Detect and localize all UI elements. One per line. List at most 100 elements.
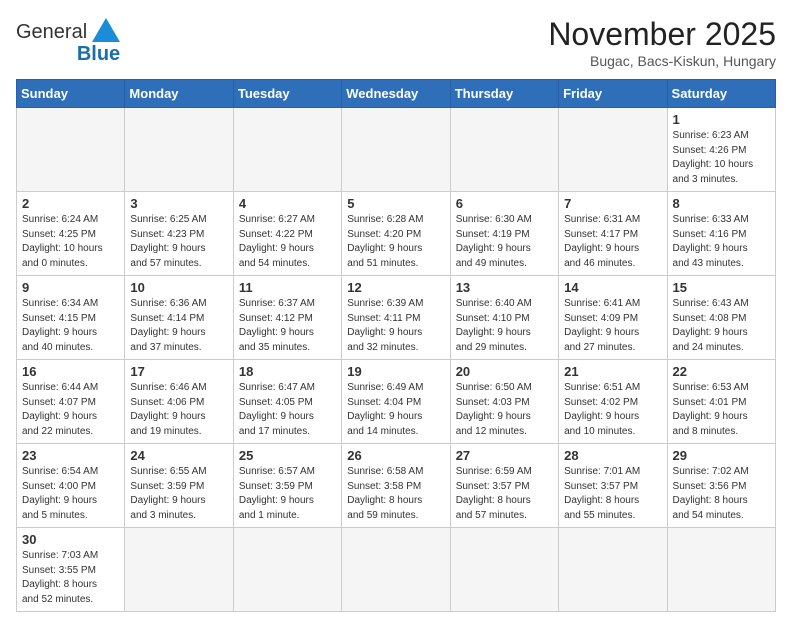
calendar-cell: 14 Sunrise: 6:41 AM Sunset: 4:09 PM Dayli… (559, 276, 667, 360)
weekday-header-thursday: Thursday (450, 80, 558, 108)
calendar-cell (559, 528, 667, 612)
day-number: 11 (239, 280, 336, 295)
day-number: 23 (22, 448, 119, 463)
calendar-cell (17, 108, 125, 192)
day-number: 28 (564, 448, 661, 463)
weekday-header-wednesday: Wednesday (342, 80, 450, 108)
calendar-row-4: 23 Sunrise: 6:54 AM Sunset: 4:00 PM Dayli… (17, 444, 776, 528)
location: Bugac, Bacs-Kiskun, Hungary (548, 53, 776, 69)
calendar-cell (342, 108, 450, 192)
day-info: Sunrise: 6:49 AM Sunset: 4:04 PM Dayligh… (347, 381, 444, 439)
weekday-header-row: SundayMondayTuesdayWednesdayThursdayFrid… (17, 80, 776, 108)
day-info: Sunrise: 6:43 AM Sunset: 4:08 PM Dayligh… (673, 297, 770, 355)
day-number: 16 (22, 364, 119, 379)
day-info: Sunrise: 6:31 AM Sunset: 4:17 PM Dayligh… (564, 213, 661, 271)
calendar-cell: 15 Sunrise: 6:43 AM Sunset: 4:08 PM Dayli… (667, 276, 775, 360)
weekday-header-monday: Monday (125, 80, 233, 108)
calendar: SundayMondayTuesdayWednesdayThursdayFrid… (16, 79, 776, 612)
day-number: 22 (673, 364, 770, 379)
day-info: Sunrise: 6:41 AM Sunset: 4:09 PM Dayligh… (564, 297, 661, 355)
day-number: 20 (456, 364, 553, 379)
calendar-cell: 11 Sunrise: 6:37 AM Sunset: 4:12 PM Dayli… (233, 276, 341, 360)
calendar-cell: 9 Sunrise: 6:34 AM Sunset: 4:15 PM Daylig… (17, 276, 125, 360)
calendar-cell: 12 Sunrise: 6:39 AM Sunset: 4:11 PM Dayli… (342, 276, 450, 360)
day-info: Sunrise: 6:33 AM Sunset: 4:16 PM Dayligh… (673, 213, 770, 271)
day-info: Sunrise: 6:28 AM Sunset: 4:20 PM Dayligh… (347, 213, 444, 271)
calendar-cell: 8 Sunrise: 6:33 AM Sunset: 4:16 PM Daylig… (667, 192, 775, 276)
day-info: Sunrise: 6:46 AM Sunset: 4:06 PM Dayligh… (130, 381, 227, 439)
day-number: 2 (22, 196, 119, 211)
day-info: Sunrise: 7:01 AM Sunset: 3:57 PM Dayligh… (564, 465, 661, 523)
calendar-cell: 29Sunrise: 7:02 AM Sunset: 3:56 PM Dayli… (667, 444, 775, 528)
calendar-cell: 26Sunrise: 6:58 AM Sunset: 3:58 PM Dayli… (342, 444, 450, 528)
day-number: 29 (673, 448, 770, 463)
day-number: 21 (564, 364, 661, 379)
calendar-cell: 4Sunrise: 6:27 AM Sunset: 4:22 PM Daylig… (233, 192, 341, 276)
calendar-cell: 7Sunrise: 6:31 AM Sunset: 4:17 PM Daylig… (559, 192, 667, 276)
day-info: Sunrise: 6:39 AM Sunset: 4:11 PM Dayligh… (347, 297, 444, 355)
day-info: Sunrise: 6:40 AM Sunset: 4:10 PM Dayligh… (456, 297, 553, 355)
day-info: Sunrise: 6:44 AM Sunset: 4:07 PM Dayligh… (22, 381, 119, 439)
calendar-cell (342, 528, 450, 612)
calendar-cell: 28 Sunrise: 7:01 AM Sunset: 3:57 PM Dayli… (559, 444, 667, 528)
calendar-cell: 25Sunrise: 6:57 AM Sunset: 3:59 PM Dayli… (233, 444, 341, 528)
calendar-cell (559, 108, 667, 192)
calendar-row-5: 30 Sunrise: 7:03 AM Sunset: 3:55 PM Dayli… (17, 528, 776, 612)
weekday-header-sunday: Sunday (17, 80, 125, 108)
day-info: Sunrise: 6:27 AM Sunset: 4:22 PM Dayligh… (239, 213, 336, 271)
calendar-cell: 6 Sunrise: 6:30 AM Sunset: 4:19 PM Daylig… (450, 192, 558, 276)
title-area: November 2025 Bugac, Bacs-Kiskun, Hungar… (548, 16, 776, 69)
calendar-cell: 3Sunrise: 6:25 AM Sunset: 4:23 PM Daylig… (125, 192, 233, 276)
day-number: 14 (564, 280, 661, 295)
day-number: 13 (456, 280, 553, 295)
weekday-header-tuesday: Tuesday (233, 80, 341, 108)
calendar-cell: 20 Sunrise: 6:50 AM Sunset: 4:03 PM Dayli… (450, 360, 558, 444)
day-number: 5 (347, 196, 444, 211)
calendar-cell (450, 108, 558, 192)
day-number: 12 (347, 280, 444, 295)
calendar-row-1: 2 Sunrise: 6:24 AM Sunset: 4:25 PM Daylig… (17, 192, 776, 276)
calendar-cell: 18Sunrise: 6:47 AM Sunset: 4:05 PM Dayli… (233, 360, 341, 444)
day-info: Sunrise: 6:57 AM Sunset: 3:59 PM Dayligh… (239, 465, 336, 523)
day-number: 15 (673, 280, 770, 295)
day-number: 27 (456, 448, 553, 463)
day-info: Sunrise: 6:58 AM Sunset: 3:58 PM Dayligh… (347, 465, 444, 523)
calendar-cell: 30 Sunrise: 7:03 AM Sunset: 3:55 PM Dayli… (17, 528, 125, 612)
calendar-cell: 2 Sunrise: 6:24 AM Sunset: 4:25 PM Daylig… (17, 192, 125, 276)
calendar-cell: 17Sunrise: 6:46 AM Sunset: 4:06 PM Dayli… (125, 360, 233, 444)
day-info: Sunrise: 6:23 AM Sunset: 4:26 PM Dayligh… (673, 129, 770, 187)
calendar-cell: 1Sunrise: 6:23 AM Sunset: 4:26 PM Daylig… (667, 108, 775, 192)
calendar-row-0: 1Sunrise: 6:23 AM Sunset: 4:26 PM Daylig… (17, 108, 776, 192)
day-number: 30 (22, 532, 119, 547)
day-info: Sunrise: 6:36 AM Sunset: 4:14 PM Dayligh… (130, 297, 227, 355)
calendar-cell (233, 108, 341, 192)
calendar-cell (233, 528, 341, 612)
calendar-cell: 24Sunrise: 6:55 AM Sunset: 3:59 PM Dayli… (125, 444, 233, 528)
day-info: Sunrise: 6:50 AM Sunset: 4:03 PM Dayligh… (456, 381, 553, 439)
day-info: Sunrise: 6:34 AM Sunset: 4:15 PM Dayligh… (22, 297, 119, 355)
calendar-cell: 22Sunrise: 6:53 AM Sunset: 4:01 PM Dayli… (667, 360, 775, 444)
day-info: Sunrise: 6:30 AM Sunset: 4:19 PM Dayligh… (456, 213, 553, 271)
calendar-cell: 16 Sunrise: 6:44 AM Sunset: 4:07 PM Dayli… (17, 360, 125, 444)
day-number: 6 (456, 196, 553, 211)
day-info: Sunrise: 6:54 AM Sunset: 4:00 PM Dayligh… (22, 465, 119, 523)
calendar-row-2: 9 Sunrise: 6:34 AM Sunset: 4:15 PM Daylig… (17, 276, 776, 360)
day-info: Sunrise: 6:37 AM Sunset: 4:12 PM Dayligh… (239, 297, 336, 355)
calendar-cell: 21Sunrise: 6:51 AM Sunset: 4:02 PM Dayli… (559, 360, 667, 444)
weekday-header-friday: Friday (559, 80, 667, 108)
day-number: 8 (673, 196, 770, 211)
calendar-cell (667, 528, 775, 612)
header: General Blue November 2025 Bugac, Bacs-K… (16, 16, 776, 69)
calendar-cell: 5 Sunrise: 6:28 AM Sunset: 4:20 PM Daylig… (342, 192, 450, 276)
calendar-cell (450, 528, 558, 612)
day-info: Sunrise: 7:03 AM Sunset: 3:55 PM Dayligh… (22, 549, 119, 607)
calendar-row-3: 16 Sunrise: 6:44 AM Sunset: 4:07 PM Dayli… (17, 360, 776, 444)
day-info: Sunrise: 6:24 AM Sunset: 4:25 PM Dayligh… (22, 213, 119, 271)
calendar-cell: 27Sunrise: 6:59 AM Sunset: 3:57 PM Dayli… (450, 444, 558, 528)
logo-triangle-icon (92, 18, 120, 42)
calendar-cell: 19Sunrise: 6:49 AM Sunset: 4:04 PM Dayli… (342, 360, 450, 444)
month-title: November 2025 (548, 16, 776, 53)
day-number: 9 (22, 280, 119, 295)
logo-general: General (16, 21, 87, 43)
day-info: Sunrise: 6:55 AM Sunset: 3:59 PM Dayligh… (130, 465, 227, 523)
